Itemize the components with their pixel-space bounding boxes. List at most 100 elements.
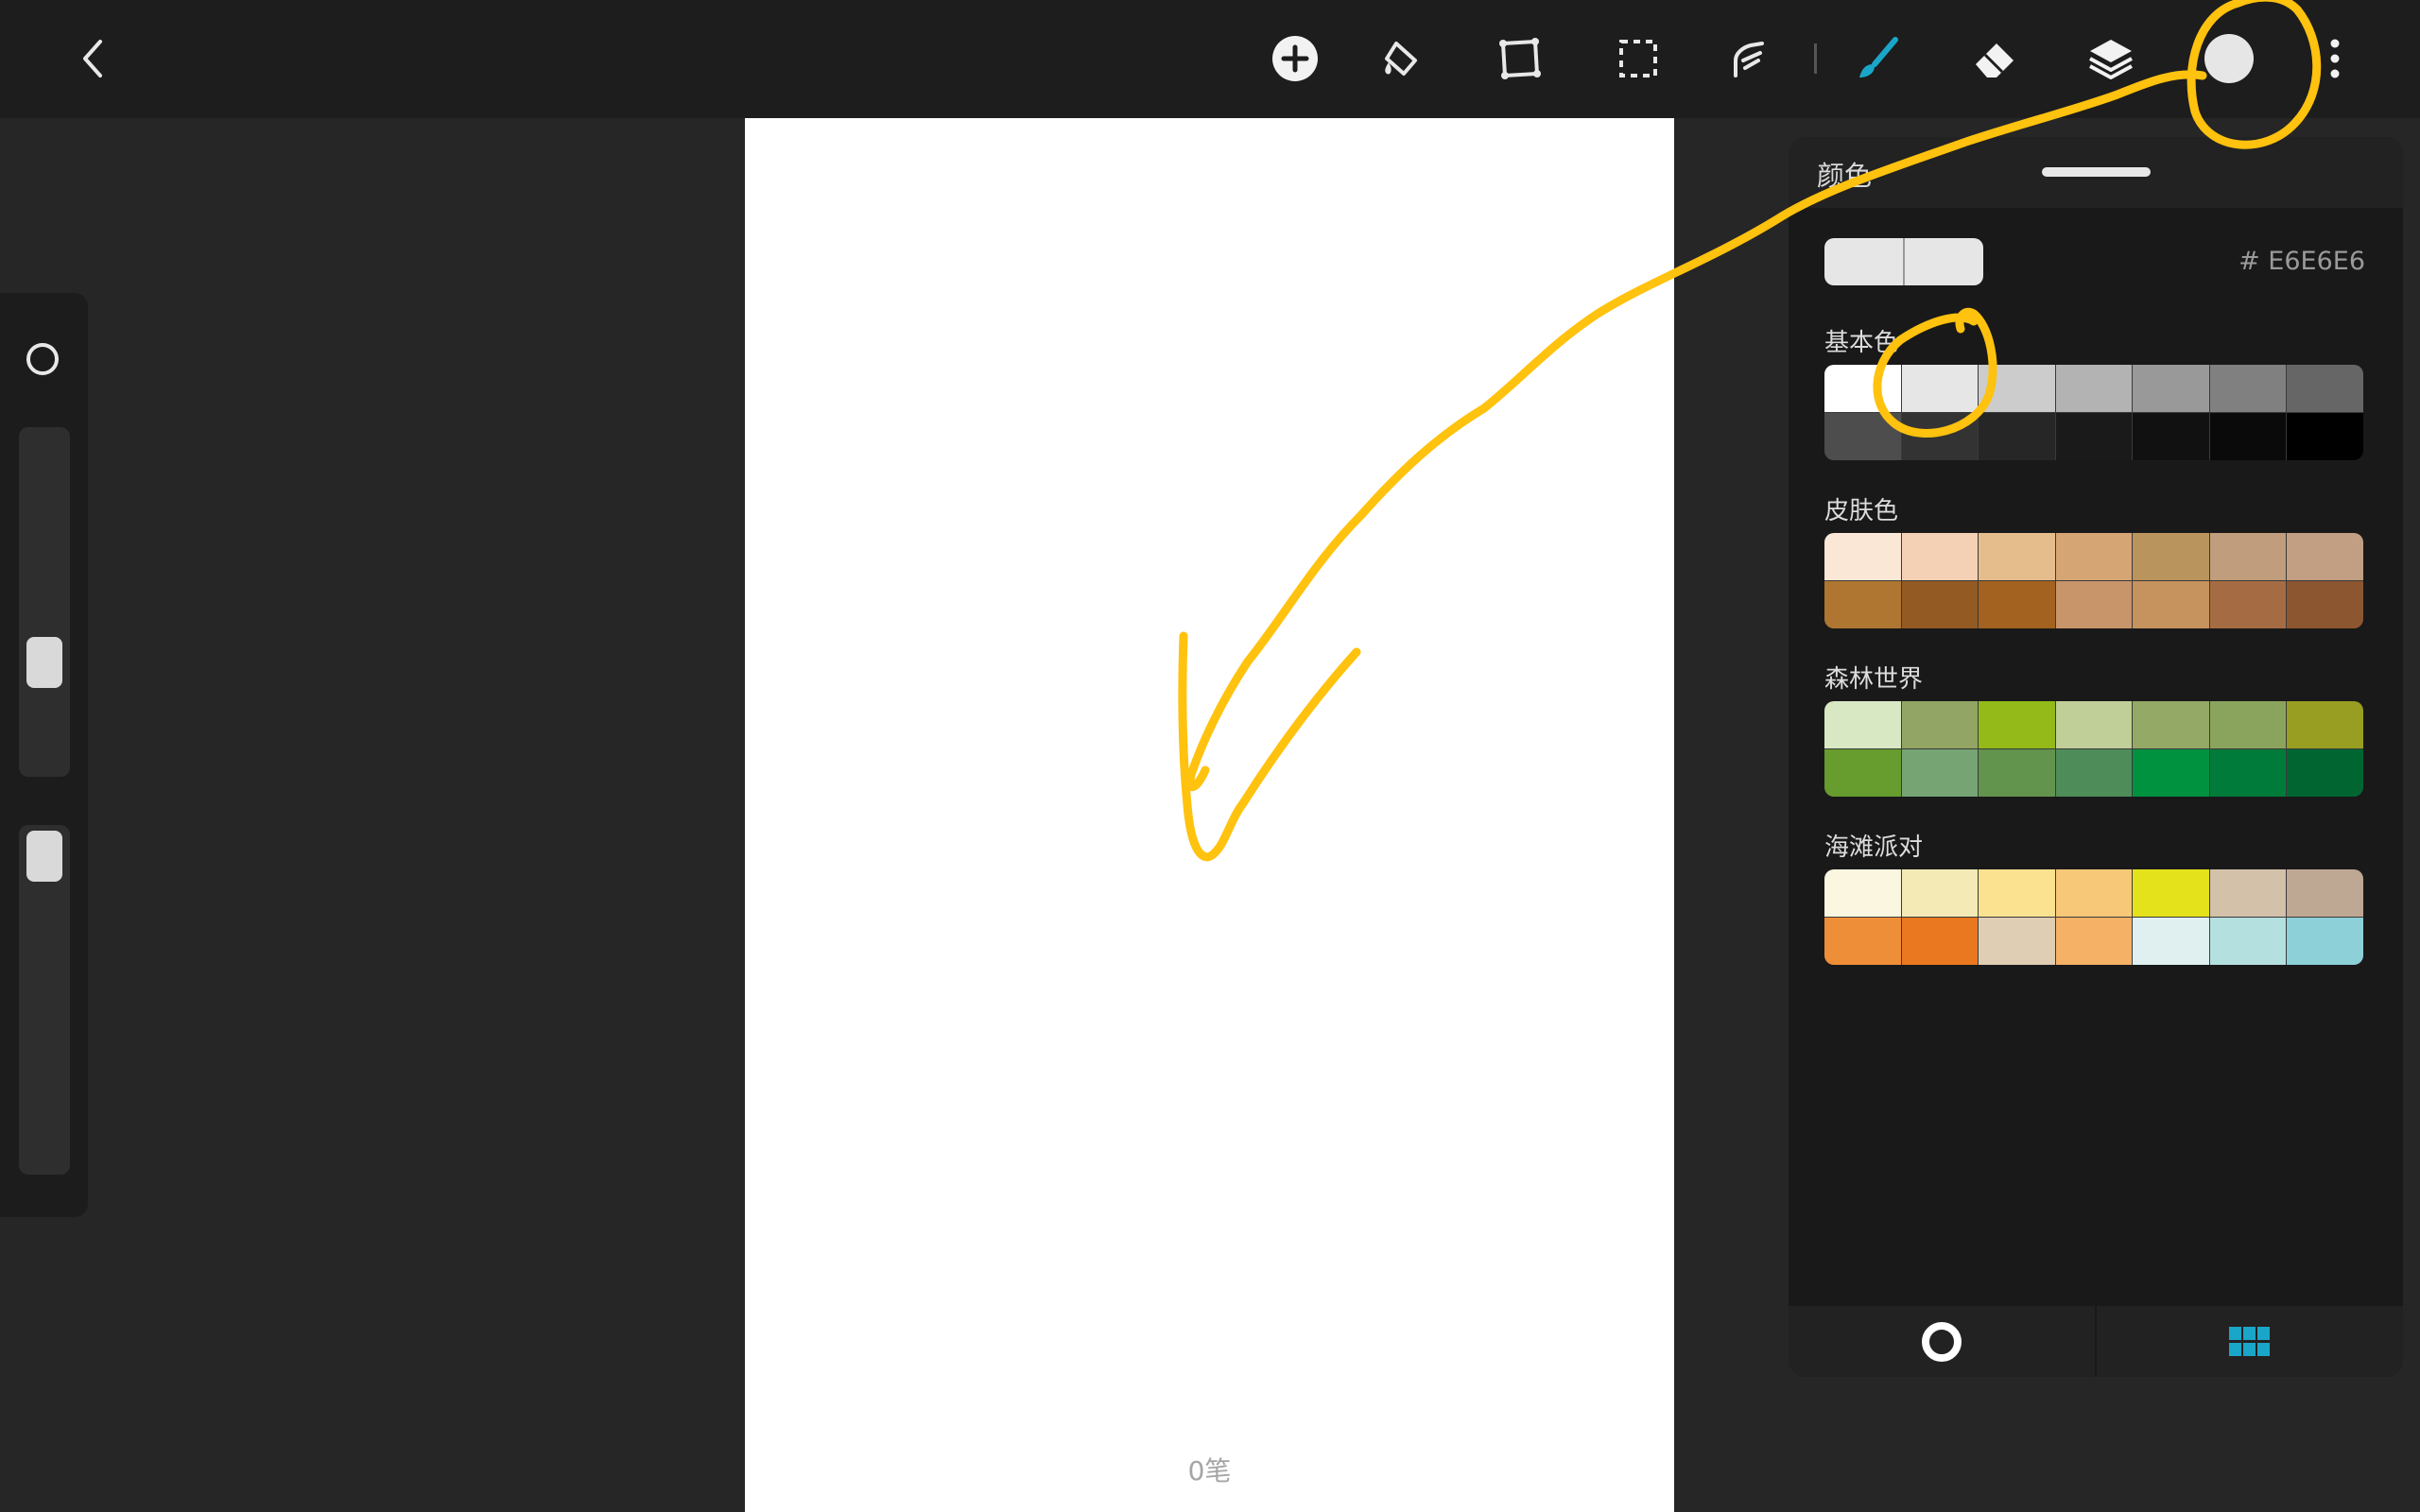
color-swatch[interactable] (1979, 533, 2055, 580)
color-swatch[interactable] (1901, 918, 1979, 965)
color-swatch[interactable] (2287, 533, 2363, 580)
current-color-swatch[interactable] (1824, 238, 1983, 285)
eyedropper-circle-icon[interactable] (26, 343, 59, 375)
color-swatch[interactable] (2133, 413, 2209, 460)
color-swatch[interactable] (1824, 918, 1901, 965)
brush-size-slider[interactable] (19, 427, 70, 777)
color-swatch[interactable] (2133, 581, 2209, 628)
color-swatch[interactable] (1901, 365, 1979, 412)
color-swatch[interactable] (2287, 581, 2363, 628)
fill-bucket-button[interactable] (1374, 30, 1430, 87)
color-swatch[interactable] (2209, 749, 2287, 797)
palette-grid-tab[interactable] (2097, 1306, 2403, 1377)
selection-icon (1619, 40, 1657, 77)
color-swatch[interactable] (1979, 581, 2055, 628)
color-swatch[interactable] (2133, 365, 2209, 412)
color-swatch[interactable] (1824, 869, 1901, 917)
color-swatch[interactable] (2133, 869, 2209, 917)
palette-title-beach: 海滩派对 (1824, 833, 1924, 862)
brush-opacity-slider[interactable] (19, 825, 70, 1175)
color-swatch[interactable] (1979, 365, 2055, 412)
palette-skin (1824, 533, 2363, 628)
brush-icon (1859, 37, 1898, 77)
color-wheel-tab[interactable] (1789, 1306, 2095, 1377)
color-swatch[interactable] (1901, 533, 1979, 580)
color-swatch[interactable] (1824, 749, 1901, 797)
color-swatch[interactable] (1979, 869, 2055, 917)
chevron-left-icon (83, 40, 102, 77)
color-swatch[interactable] (2055, 869, 2133, 917)
color-swatch[interactable] (2209, 581, 2287, 628)
color-swatch[interactable] (2055, 918, 2133, 965)
add-icon (1272, 36, 1318, 81)
eraser-icon (1976, 43, 2014, 77)
color-swatch[interactable] (2287, 869, 2363, 917)
color-swatch[interactable] (2133, 918, 2209, 965)
color-swatch[interactable] (2055, 533, 2133, 580)
brush-size-slider-thumb[interactable] (26, 637, 62, 688)
color-swatch[interactable] (2287, 749, 2363, 797)
color-swatch[interactable] (2209, 413, 2287, 460)
color-swatch[interactable] (1824, 413, 1901, 460)
color-swatch[interactable] (2133, 749, 2209, 797)
color-swatch[interactable] (1824, 581, 1901, 628)
color-swatch[interactable] (1979, 701, 2055, 748)
color-swatch[interactable] (2209, 533, 2287, 580)
current-color-primary (1824, 238, 1903, 285)
color-swatch[interactable] (2055, 581, 2133, 628)
side-tool-strip (0, 293, 88, 1217)
more-button[interactable] (2307, 30, 2363, 87)
hex-value[interactable]: # E6E6E6 (2238, 247, 2365, 276)
transform-button[interactable] (1492, 30, 1548, 87)
color-swatch[interactable] (1901, 413, 1979, 460)
color-swatch[interactable] (2209, 918, 2287, 965)
color-swatch[interactable] (2287, 701, 2363, 748)
palette-title-skin: 皮肤色 (1824, 497, 1899, 525)
brush-button[interactable] (1848, 30, 1905, 87)
color-swatch[interactable] (1901, 749, 1979, 797)
color-swatch[interactable] (2209, 365, 2287, 412)
color-swatch[interactable] (2287, 365, 2363, 412)
color-swatch[interactable] (2209, 701, 2287, 748)
color-swatch[interactable] (1901, 701, 1979, 748)
selection-button[interactable] (1610, 30, 1667, 87)
color-swatch[interactable] (2287, 918, 2363, 965)
add-button[interactable] (1267, 30, 1323, 87)
palette-title-basic: 基本色 (1824, 329, 1899, 357)
color-swatch[interactable] (2055, 701, 2133, 748)
more-icon (2330, 39, 2340, 78)
color-swatch[interactable] (1901, 581, 1979, 628)
color-button[interactable] (2201, 30, 2257, 87)
color-swatch[interactable] (2133, 533, 2209, 580)
fill-bucket-icon (1385, 42, 1417, 76)
panel-drag-handle[interactable] (2042, 167, 2151, 177)
palette-title-forest: 森林世界 (1824, 665, 1924, 694)
transform-icon (1499, 38, 1541, 79)
color-swatch[interactable] (2287, 413, 2363, 460)
back-button[interactable] (66, 30, 123, 87)
stroke-count-label: 0笔 (1187, 1455, 1232, 1486)
smudge-icon (1734, 42, 1764, 77)
palette-forest (1824, 701, 2363, 797)
layers-icon (2089, 40, 2133, 79)
color-swatch[interactable] (2055, 749, 2133, 797)
color-swatch[interactable] (2055, 413, 2133, 460)
color-swatch[interactable] (1979, 749, 2055, 797)
color-swatch[interactable] (1979, 413, 2055, 460)
palette-grid-icon (2229, 1326, 2270, 1356)
drawing-canvas[interactable]: 0笔 (745, 118, 1674, 1512)
layers-button[interactable] (2083, 30, 2139, 87)
eraser-button[interactable] (1966, 30, 2023, 87)
smudge-button[interactable] (1720, 30, 1777, 87)
color-swatch[interactable] (1824, 365, 1901, 412)
top-toolbar (0, 0, 2420, 118)
color-swatch[interactable] (1901, 869, 1979, 917)
color-swatch[interactable] (1824, 701, 1901, 748)
color-swatch[interactable] (2209, 869, 2287, 917)
brush-opacity-slider-thumb[interactable] (26, 831, 62, 882)
color-swatch[interactable] (2133, 701, 2209, 748)
color-swatch[interactable] (1979, 918, 2055, 965)
color-panel-title: 颜色 (1817, 160, 1873, 192)
color-swatch[interactable] (2055, 365, 2133, 412)
color-swatch[interactable] (1824, 533, 1901, 580)
